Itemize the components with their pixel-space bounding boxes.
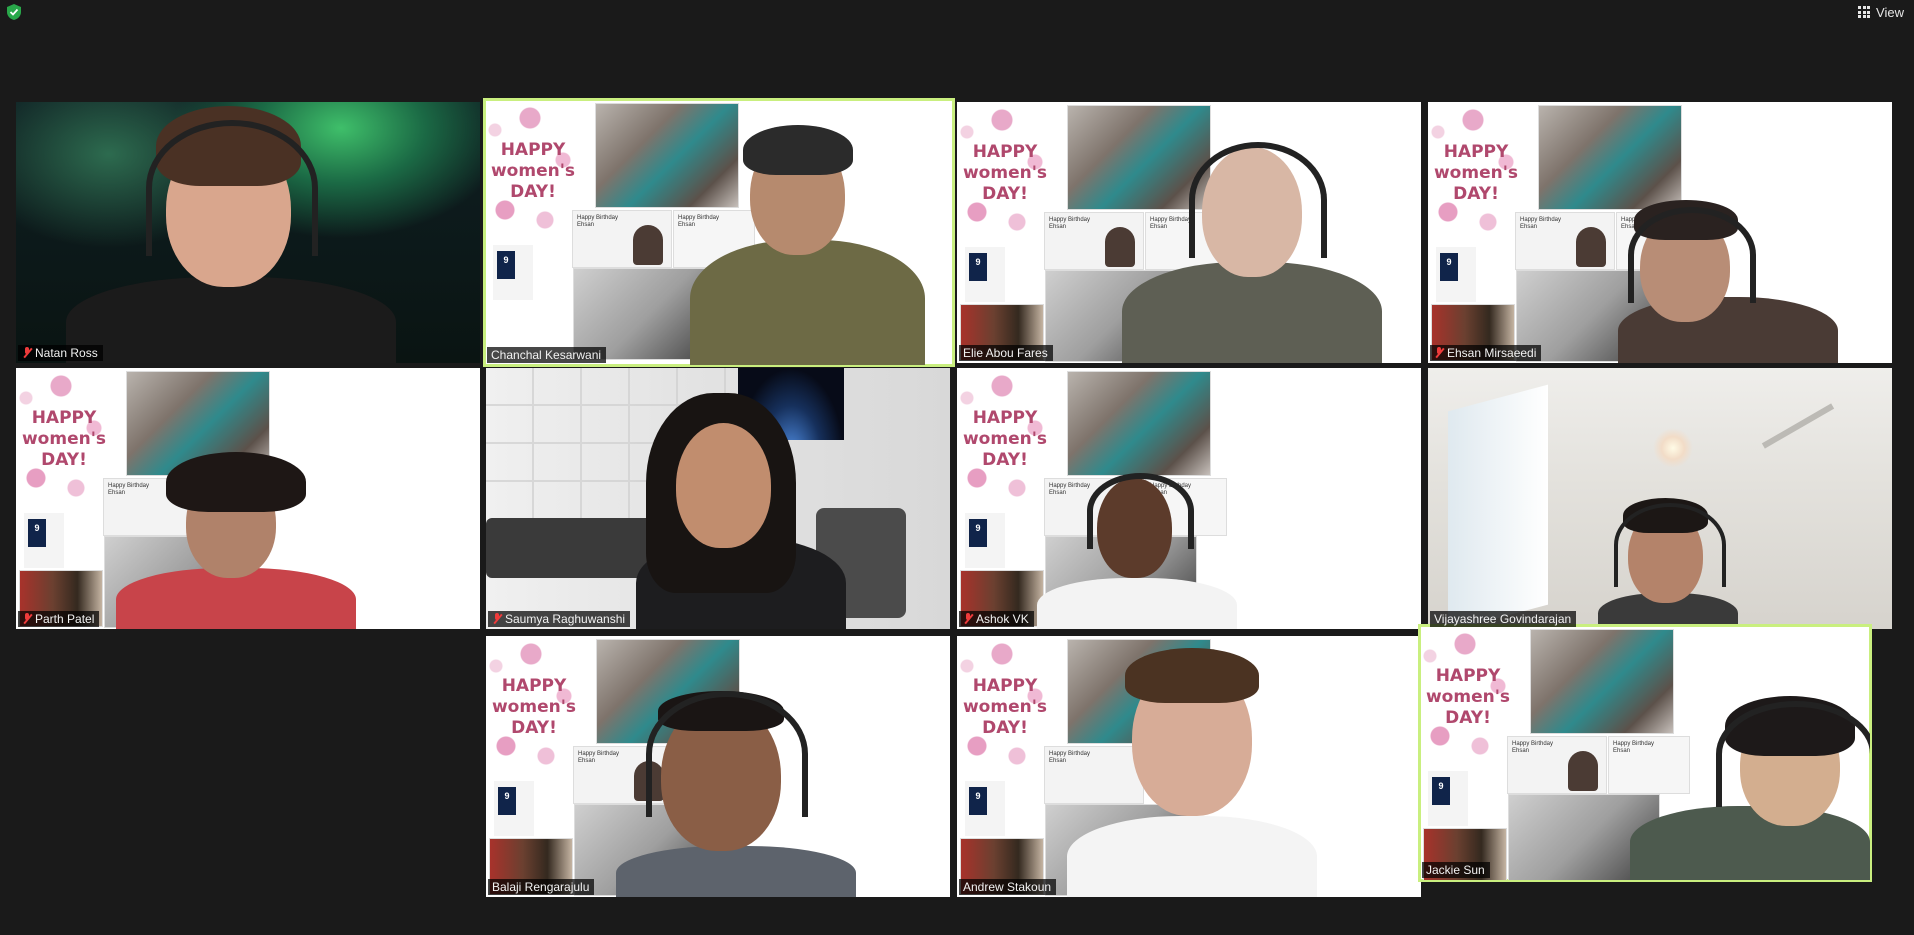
video-tile-active-speaker[interactable]: HAPPY women's DAY! Happy Birthday Ehsan Hap… bbox=[483, 98, 955, 367]
view-label: View bbox=[1876, 4, 1904, 20]
grid-icon bbox=[1858, 6, 1871, 18]
video-tile[interactable]: HAPPY women's DAY! Happy Birthday Ehsan Hap… bbox=[1418, 624, 1872, 882]
video-tile[interactable]: HAPPY women's DAY! Happy Birthday Ehsan 9 A… bbox=[957, 636, 1421, 897]
security-shield-icon[interactable] bbox=[6, 3, 22, 21]
mic-muted-icon bbox=[492, 613, 502, 625]
participant-name-tag: Jackie Sun bbox=[1422, 862, 1490, 878]
mic-muted-icon bbox=[1434, 347, 1444, 359]
mic-muted-icon bbox=[22, 347, 32, 359]
participant-name-tag: Saumya Raghuwanshi bbox=[488, 611, 631, 627]
mic-muted-icon bbox=[963, 613, 973, 625]
video-tile[interactable]: HAPPY women's DAY! Happy Birthday Ehsan 9 B… bbox=[486, 636, 950, 897]
video-tile[interactable]: Saumya Raghuwanshi bbox=[486, 368, 950, 629]
participant-name-tag: Vijayashree Govindarajan bbox=[1430, 611, 1577, 627]
video-tile[interactable]: Vijayashree Govindarajan bbox=[1428, 368, 1892, 629]
participant-name-tag: Elie Abou Fares bbox=[959, 345, 1053, 361]
participant-name-tag: Ashok VK bbox=[959, 611, 1034, 627]
participant-name-tag: Balaji Rengarajulu bbox=[488, 879, 595, 895]
video-tile[interactable]: Natan Ross bbox=[16, 102, 480, 363]
video-tile[interactable]: HAPPY women's DAY! Happy Birthday Ehsan Hap… bbox=[957, 368, 1421, 629]
participant-name-tag: Andrew Stakoun bbox=[959, 879, 1057, 895]
video-tile[interactable]: HAPPY women's DAY! Happy Birthday Ehsan Hap… bbox=[1428, 102, 1892, 363]
participant-name-tag: Ehsan Mirsaeedi bbox=[1430, 345, 1542, 361]
mic-muted-icon bbox=[22, 613, 32, 625]
participant-name-tag: Natan Ross bbox=[18, 345, 103, 361]
participant-name-tag: Parth Patel bbox=[18, 611, 100, 627]
participant-name-tag: Chanchal Kesarwani bbox=[487, 347, 607, 363]
video-tile[interactable]: HAPPY women's DAY! Happy Birthday Ehsan 9 P… bbox=[16, 368, 480, 629]
video-tile[interactable]: HAPPY women's DAY! Happy Birthday Ehsan Hap… bbox=[957, 102, 1421, 363]
view-button[interactable]: View bbox=[1858, 2, 1904, 22]
